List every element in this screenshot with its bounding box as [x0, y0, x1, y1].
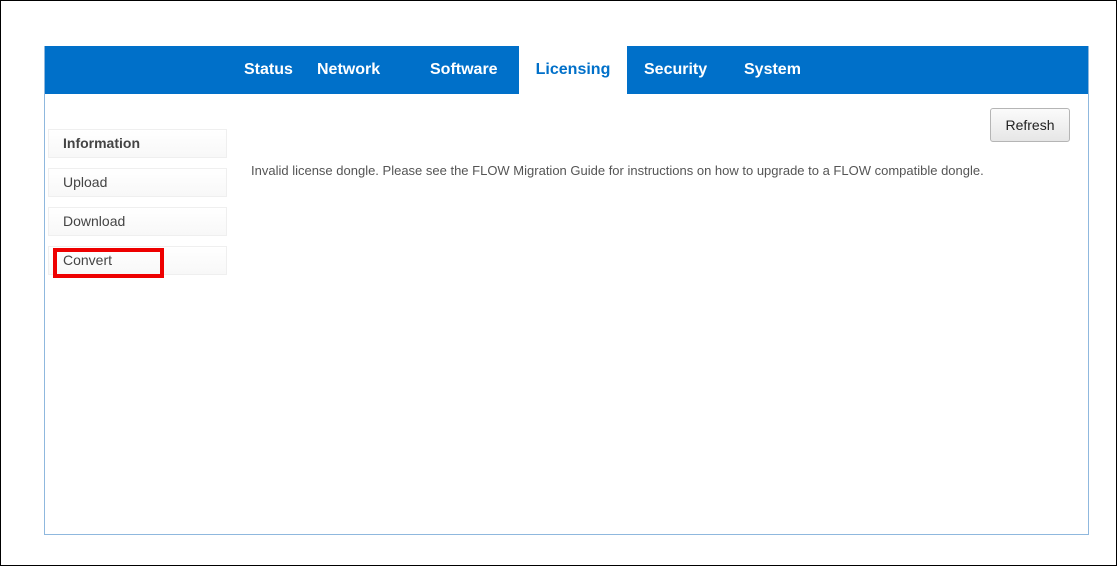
tab-status[interactable]: Status	[244, 46, 293, 94]
tab-security[interactable]: Security	[644, 46, 707, 94]
sidebar-item-download[interactable]: Download	[48, 207, 227, 236]
sidebar-item-label: Convert	[63, 252, 113, 268]
top-navbar: Status Network Software Licensing Securi…	[45, 46, 1088, 94]
sidebar-item-label: Information	[63, 135, 140, 151]
sidebar-item-label: Download	[63, 213, 126, 229]
tab-software[interactable]: Software	[430, 46, 498, 94]
tab-network[interactable]: Network	[317, 46, 380, 94]
sidebar-item-label: Upload	[63, 174, 108, 190]
tab-system[interactable]: System	[744, 46, 801, 94]
tab-licensing[interactable]: Licensing	[519, 46, 627, 94]
sidebar-item-upload[interactable]: Upload	[48, 168, 227, 197]
sidebar-item-convert[interactable]: Convert	[48, 246, 227, 275]
license-error-message: Invalid license dongle. Please see the F…	[251, 163, 984, 178]
sidebar-item-information[interactable]: Information	[48, 129, 227, 158]
licensing-page: Status Network Software Licensing Securi…	[44, 46, 1089, 535]
refresh-button[interactable]: Refresh	[990, 108, 1070, 142]
